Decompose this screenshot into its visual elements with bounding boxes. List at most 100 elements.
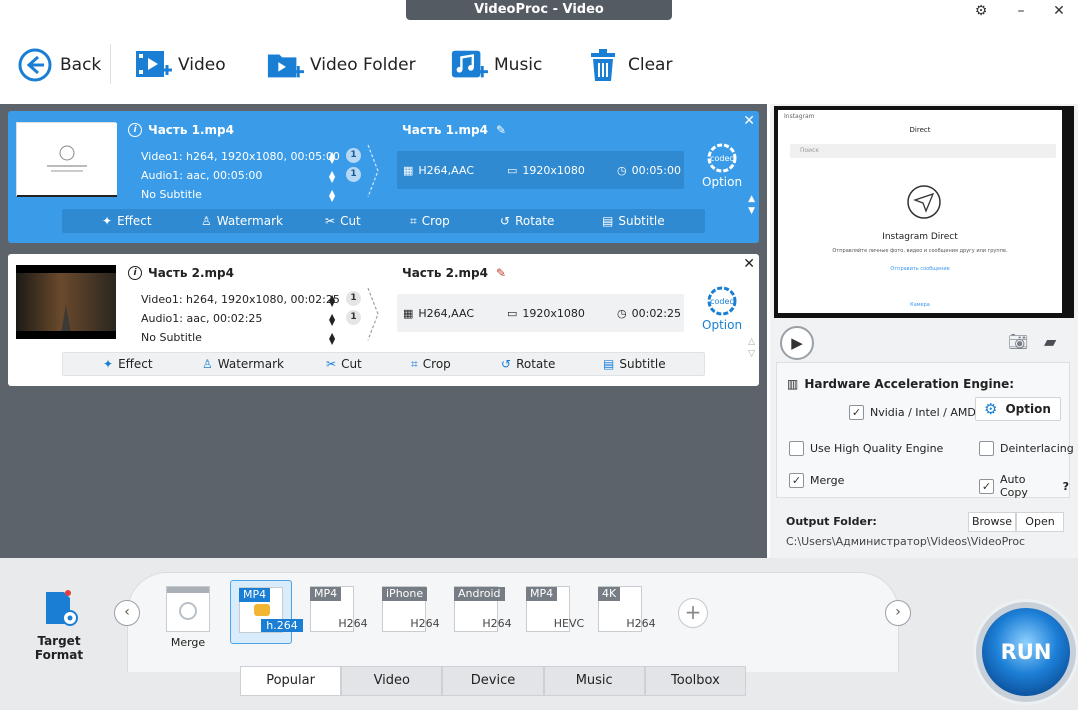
add-video-folder-button[interactable]: Video Folder — [266, 44, 416, 86]
high-quality-checkbox[interactable]: Use High Quality Engine — [789, 441, 943, 456]
output-codec-text: H264,AAC — [418, 163, 475, 177]
remove-item-icon[interactable]: ✕ — [743, 113, 755, 129]
preview-heading: Direct — [909, 126, 931, 134]
info-icon[interactable]: i — [128, 266, 142, 280]
chevron-left-icon[interactable]: ‹ — [114, 600, 140, 626]
move-down-icon[interactable]: ▼ — [748, 207, 755, 216]
subtitle-button[interactable]: ▤ Subtitle — [602, 214, 665, 228]
play-button[interactable]: ▶ — [780, 326, 814, 360]
crop-button[interactable]: ⌗ Crop — [410, 214, 450, 229]
output-resolution: ▭ 1920x1080 — [507, 164, 585, 177]
merge-format[interactable]: Merge — [158, 586, 218, 649]
add-music-button[interactable]: Music — [450, 44, 542, 86]
move-up-icon[interactable]: ▲ — [748, 195, 755, 204]
target-format-button[interactable]: Target Format — [14, 590, 104, 662]
open-button[interactable]: Open — [1016, 512, 1064, 532]
target-format-label: Target Format — [34, 634, 84, 662]
output-folder-path: C:\Users\Администратор\Videos\VideoProc — [786, 535, 1026, 548]
add-video-button[interactable]: Video — [134, 44, 226, 86]
tab-device[interactable]: Device — [442, 666, 544, 696]
watermark-button[interactable]: ♙ Watermark — [201, 214, 283, 228]
cut-label: Cut — [341, 357, 362, 371]
audio-track-stepper-icon[interactable]: ▲ ▼ — [329, 313, 335, 327]
preview-window: Instagram Direct Поиск Instagram Direct … — [774, 106, 1074, 318]
codec-option-button[interactable]: codec Option — [702, 284, 742, 332]
back-button[interactable]: Back — [16, 44, 101, 86]
video-track-stepper-icon[interactable]: ▲ ▼ — [329, 294, 335, 308]
move-up-icon[interactable]: △ — [748, 338, 755, 347]
tab-popular[interactable]: Popular — [240, 666, 342, 696]
close-window-icon[interactable]: ✕ — [1048, 2, 1070, 20]
arrow-bracket-icon — [367, 144, 379, 198]
chip-icon: ▥ — [787, 377, 799, 391]
audio-track[interactable]: Audio1: aac, 00:05:00 — [141, 169, 262, 182]
edit-pencil-icon[interactable]: ✎ — [496, 123, 506, 137]
video-track[interactable]: Video1: h264, 1920x1080, 00:05:00 — [141, 150, 340, 163]
video-track[interactable]: Video1: h264, 1920x1080, 00:02:25 — [141, 293, 340, 306]
format-option[interactable]: iPhone H264 — [374, 586, 440, 644]
crop-button[interactable]: ⌗ Crop — [411, 357, 451, 372]
open-folder-icon[interactable]: ▰ — [1044, 332, 1056, 351]
rotate-button[interactable]: ↺ Rotate — [500, 214, 554, 228]
minimize-icon[interactable]: – — [1010, 2, 1032, 20]
format-option[interactable]: Android H264 — [446, 586, 512, 644]
snapshot-camera-icon[interactable]: 📷︎ — [1008, 332, 1028, 351]
remove-item-icon[interactable]: ✕ — [743, 256, 755, 272]
merge-checkbox[interactable]: ✓ Merge — [789, 473, 844, 488]
video-item[interactable]: i Часть 1.mp4 Video1: h264, 1920x1080, 0… — [8, 111, 759, 243]
checkbox-checked: ✓ — [789, 473, 804, 488]
window-title: VideoProc - Video — [406, 0, 672, 20]
format-option[interactable]: 4K H264 — [590, 586, 656, 644]
svg-text:codec: codec — [710, 297, 734, 306]
subtitle-button[interactable]: ▤ Subtitle — [603, 357, 666, 371]
format-option[interactable]: MP4 H264 — [302, 586, 368, 644]
resolution-icon: ▭ — [507, 163, 518, 177]
format-tag: MP4 — [239, 588, 271, 602]
output-name-text: Часть 1.mp4 — [402, 123, 488, 137]
edit-pencil-icon[interactable]: ✎ — [496, 266, 506, 280]
subtitle-track[interactable]: No Subtitle — [141, 331, 202, 344]
auto-copy-checkbox[interactable]: ✓ Auto Copy? — [979, 473, 1069, 499]
format-codec-label: h.264 — [261, 619, 303, 632]
scissors-icon: ✂ — [325, 214, 336, 228]
info-icon[interactable]: i — [128, 123, 142, 137]
subtitle-stepper-icon[interactable]: ▲ ▼ — [329, 189, 335, 203]
format-option-selected[interactable]: MP4 h.264 — [230, 580, 303, 644]
help-icon[interactable]: ? — [1063, 480, 1069, 493]
merge-doc-icon — [166, 586, 210, 632]
audio-track-stepper-icon[interactable]: ▲ ▼ — [329, 170, 335, 184]
merge-format-label: Merge — [170, 636, 206, 649]
browse-button[interactable]: Browse — [968, 512, 1016, 532]
cut-button[interactable]: ✂ Cut — [325, 214, 361, 228]
output-file-name: Часть 2.mp4 ✎ — [402, 266, 506, 280]
audio-track[interactable]: Audio1: aac, 00:02:25 — [141, 312, 262, 325]
subtitle-track[interactable]: No Subtitle — [141, 188, 202, 201]
video-item[interactable]: i Часть 2.mp4 Video1: h264, 1920x1080, 0… — [8, 254, 759, 386]
checkbox-unchecked — [979, 441, 994, 456]
tab-music[interactable]: Music — [543, 666, 645, 696]
effect-button[interactable]: ✦ Effect — [102, 214, 152, 228]
deinterlacing-checkbox[interactable]: Deinterlacing — [979, 441, 1074, 456]
subtitle-stepper-icon[interactable]: ▲ ▼ — [329, 332, 335, 346]
settings-gear-icon[interactable]: ⚙ — [970, 2, 992, 20]
move-down-icon[interactable]: ▽ — [748, 350, 755, 359]
chevron-right-icon[interactable]: › — [885, 600, 911, 626]
add-format-icon[interactable]: + — [678, 598, 708, 628]
tab-video[interactable]: Video — [341, 666, 443, 696]
codec-option-button[interactable]: codec Option — [702, 141, 742, 189]
run-button[interactable]: RUN — [976, 602, 1076, 702]
hw-option-button[interactable]: ⚙ Option — [975, 397, 1061, 421]
gear-icon: ⚙ — [984, 400, 998, 418]
subtitle-label: Subtitle — [618, 214, 665, 228]
tab-toolbox[interactable]: Toolbox — [644, 666, 747, 696]
codec-option-label: Option — [702, 318, 743, 332]
preview-link: Отправить сообщение — [890, 266, 950, 272]
effect-button[interactable]: ✦ Effect — [103, 357, 153, 371]
format-option[interactable]: MP4 HEVC — [518, 586, 584, 644]
nvidia-checkbox[interactable]: ✓ Nvidia / Intel / AMD — [849, 405, 976, 420]
watermark-button[interactable]: ♙ Watermark — [202, 357, 284, 371]
video-track-stepper-icon[interactable]: ▲ ▼ — [329, 151, 335, 165]
cut-button[interactable]: ✂ Cut — [326, 357, 362, 371]
rotate-button[interactable]: ↺ Rotate — [501, 357, 555, 371]
clear-button[interactable]: Clear — [584, 44, 672, 86]
